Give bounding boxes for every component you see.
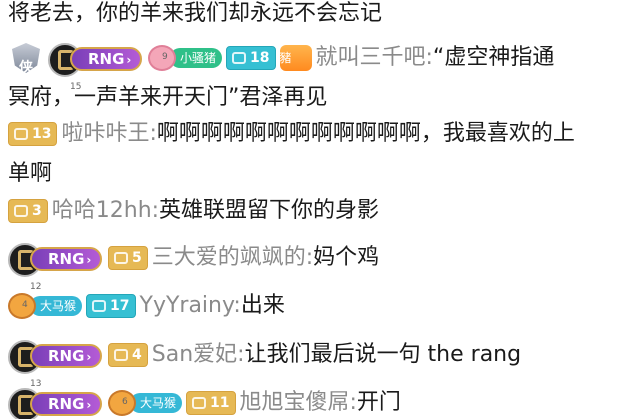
message-text: 妈个鸡 [313,245,380,270]
chat-message: 3 哈哈12hh: 英雄联盟留下你的身影 [8,191,635,231]
fan-level-badge: 17 [86,294,136,318]
chat-list: 将老去，你的羊来我们却永远不会忘记 侠 RNG › 15 小骚猪 9 18 豬 就叫三… [0,0,641,419]
fan-level-badge: 18 [226,46,276,70]
fan-level-badge: 3 [8,199,48,223]
pig-badge: 小骚猪 9 [148,43,223,73]
chat-message: RNG › 13 4 San爱妃: 让我们最后说一句 the rang [8,335,635,389]
rng-team-badge: RNG › 15 [48,43,144,92]
message-text: 让我们最后说一句 the rang [244,342,522,367]
fan-level-badge: 11 [186,391,236,415]
fan-level-badge: 5 [108,246,148,270]
username[interactable]: 就叫三千吧: [316,38,433,78]
username[interactable]: San爱妃: [152,335,245,375]
monkey-badge: 大马猴 6 [108,388,183,418]
username[interactable]: YyYrainy: [140,286,241,326]
chat-message: RNG › 大马猴 6 11 旭旭宝傻屌: 开门 [8,383,635,419]
message-text: 英雄联盟留下你的身影 [159,198,380,223]
message-text: “虚空神指通 [432,45,555,70]
fan-level-badge: 13 [8,122,58,146]
message-text: 将老去，你的羊来我们却永远不会忘记 [8,1,383,26]
message-text: 开门 [356,390,401,415]
rng-team-badge: RNG › 13 [8,340,104,389]
message-text: 出来 [240,293,285,318]
chat-message: 大马猴 4 17 YyYrainy: 出来 [8,286,635,326]
chat-message: 将老去，你的羊来我们却永远不会忘记 [8,0,635,34]
noble-badge: 豬 [279,45,312,71]
message-text: 啊啊啊啊啊啊啊啊啊啊啊啊，我最喜欢的上 [156,121,575,146]
username[interactable]: 三大爱的飒飒的: [152,238,313,278]
chat-message: RNG › 12 5 三大爱的飒飒的: 妈个鸡 [8,238,635,292]
rng-team-badge: RNG › 12 [8,243,104,292]
username[interactable]: 旭旭宝傻屌: [240,383,357,419]
monkey-badge: 大马猴 4 [8,291,83,321]
username[interactable]: 哈哈12hh: [52,191,159,231]
rng-team-badge: RNG › [8,388,104,419]
username[interactable]: 啦咔咔王: [61,114,156,154]
fan-level-badge: 4 [108,343,148,367]
chat-message: 侠 RNG › 15 小骚猪 9 18 豬 就叫三千吧: “虚空神指通 冥府，一声羊来开… [8,38,635,118]
chat-message: 13 啦咔咔王: 啊啊啊啊啊啊啊啊啊啊啊啊，我最喜欢的上 单啊 [8,114,635,194]
message-text: 冥府，一声羊来开天门”君泽再见 [8,85,328,110]
rank-badge: 侠 [8,41,44,76]
message-text: 单啊 [8,161,53,186]
